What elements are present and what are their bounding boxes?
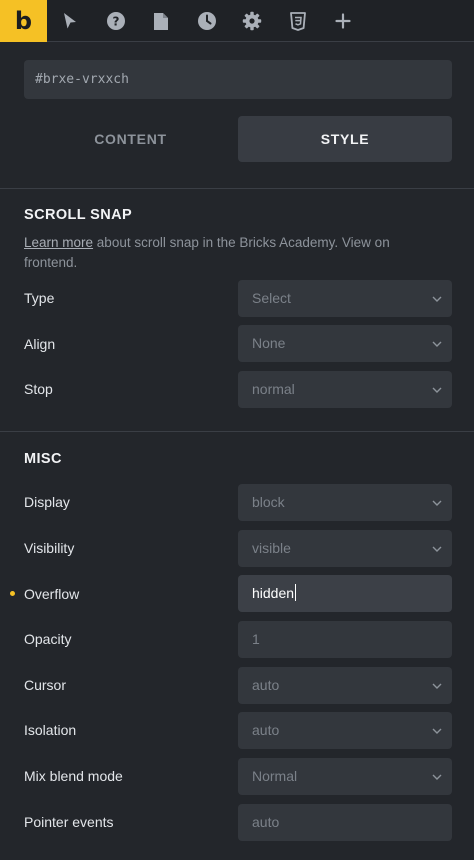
type-value: Select bbox=[252, 290, 291, 306]
opacity-input[interactable]: 1 bbox=[238, 621, 452, 658]
learn-more-link[interactable]: Learn more bbox=[24, 235, 93, 250]
cursor-value: auto bbox=[252, 677, 280, 693]
align-label: Align bbox=[24, 336, 56, 352]
pointer-events-label: Pointer events bbox=[24, 814, 114, 830]
align-value: None bbox=[252, 335, 286, 351]
overflow-label: Overflow bbox=[24, 586, 80, 602]
isolation-value: auto bbox=[252, 722, 280, 738]
pointer-icon[interactable] bbox=[50, 0, 90, 42]
chevron-down-icon bbox=[432, 371, 442, 408]
plus-icon[interactable] bbox=[323, 0, 363, 42]
stop-value: normal bbox=[252, 381, 295, 397]
section-divider bbox=[0, 188, 474, 189]
chevron-down-icon bbox=[432, 484, 442, 521]
chevron-down-icon bbox=[432, 530, 442, 567]
visibility-select[interactable]: visible bbox=[238, 530, 452, 567]
page-icon[interactable] bbox=[141, 0, 181, 42]
mix-blend-mode-value: Normal bbox=[252, 768, 298, 784]
display-select[interactable]: block bbox=[238, 484, 452, 521]
element-id-field[interactable]: #brxe-vrxxch bbox=[24, 60, 452, 99]
isolation-label: Isolation bbox=[24, 722, 77, 738]
help-icon[interactable]: ? bbox=[96, 0, 136, 42]
chevron-down-icon bbox=[432, 280, 442, 317]
display-value: block bbox=[252, 494, 285, 510]
display-label: Display bbox=[24, 494, 70, 510]
cursor-label: Cursor bbox=[24, 677, 67, 693]
modified-indicator-dot bbox=[10, 591, 15, 596]
visibility-label: Visibility bbox=[24, 540, 75, 556]
type-label: Type bbox=[24, 290, 55, 306]
isolation-select[interactable]: auto bbox=[238, 712, 452, 749]
pointer-events-value: auto bbox=[252, 814, 280, 830]
logo-text: b bbox=[14, 7, 33, 35]
settings-icon[interactable] bbox=[232, 0, 272, 42]
type-select[interactable]: Select bbox=[238, 280, 452, 317]
history-icon[interactable] bbox=[187, 0, 227, 42]
opacity-value: 1 bbox=[252, 631, 260, 647]
overflow-input[interactable]: hidden bbox=[238, 575, 452, 612]
chevron-down-icon bbox=[432, 712, 442, 749]
tab-content[interactable]: CONTENT bbox=[24, 116, 237, 162]
align-select[interactable]: None bbox=[238, 325, 452, 362]
bricks-logo-button[interactable]: b bbox=[0, 0, 47, 42]
section-divider bbox=[0, 431, 474, 432]
stop-select[interactable]: normal bbox=[238, 371, 452, 408]
chevron-down-icon bbox=[432, 667, 442, 704]
mix-blend-mode-label: Mix blend mode bbox=[24, 768, 123, 784]
scroll-snap-description: Learn more about scroll snap in the Bric… bbox=[24, 233, 444, 273]
text-cursor bbox=[295, 584, 297, 602]
tab-style[interactable]: STYLE bbox=[238, 116, 452, 162]
opacity-label: Opacity bbox=[24, 631, 72, 647]
chevron-down-icon bbox=[432, 758, 442, 795]
chevron-down-icon bbox=[432, 325, 442, 362]
cursor-select[interactable]: auto bbox=[238, 667, 452, 704]
top-toolbar: b ? bbox=[0, 0, 474, 42]
mix-blend-mode-select[interactable]: Normal bbox=[238, 758, 452, 795]
scroll-snap-title: SCROLL SNAP bbox=[24, 207, 133, 223]
svg-text:?: ? bbox=[113, 15, 120, 29]
stop-label: Stop bbox=[24, 381, 53, 397]
pointer-events-input[interactable]: auto bbox=[238, 804, 452, 841]
overflow-value: hidden bbox=[252, 585, 295, 601]
css-icon[interactable] bbox=[278, 0, 318, 42]
misc-title: MISC bbox=[24, 451, 62, 467]
visibility-value: visible bbox=[252, 540, 291, 556]
